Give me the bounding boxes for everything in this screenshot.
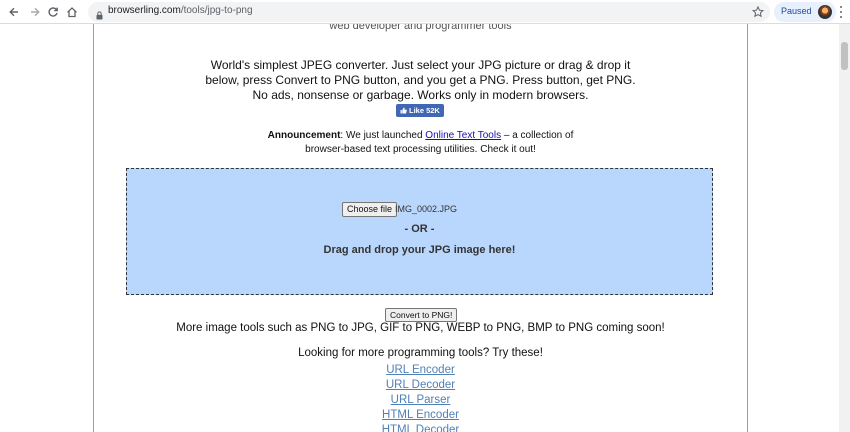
url-parser-link[interactable]: URL Parser [94,393,747,408]
choose-file-button[interactable]: Choose file [342,202,398,217]
home-icon[interactable] [63,3,81,21]
intro-text: World's simplest JPEG converter. Just se… [94,58,747,103]
intro-line: World's simplest JPEG converter. Just se… [210,58,631,72]
html-decoder-link[interactable]: HTML Decoder [94,423,747,432]
url-decoder-link[interactable]: URL Decoder [94,378,747,393]
site-tagline: web developer and programmer tools [329,24,512,32]
more-tools-text: More image tools such as PNG to JPG, GIF… [176,322,665,334]
online-text-tools-link[interactable]: Online Text Tools [425,130,501,141]
announcement: Announcement: We just launched Online Te… [94,129,747,157]
intro-line: below, press Convert to PNG button, and … [205,73,636,87]
url-path: /tools/jpg-to-png [180,5,253,16]
or-separator: - OR - [404,223,435,235]
content-container: web developer and programmer tools World… [93,24,748,432]
announcement-text: : We just launched [340,130,426,141]
avatar [818,5,832,19]
announcement-line2: browser-based text processing utilities.… [305,144,536,155]
html-encoder-link[interactable]: HTML Encoder [94,408,747,423]
url-text: browserling.com/tools/jpg-to-png [108,5,253,16]
facebook-like-button[interactable]: Like 52K [396,104,444,117]
intro-line: No ads, nonsense or garbage. Works only … [252,88,589,102]
address-bar[interactable]: browserling.com/tools/jpg-to-png [88,2,770,22]
scrollbar-thumb[interactable] [841,42,848,70]
lock-icon [96,7,103,25]
browser-toolbar: browserling.com/tools/jpg-to-png Paused [0,0,850,24]
looking-text: Looking for more programming tools? Try … [298,347,543,359]
back-arrow-icon[interactable] [5,3,23,21]
profile-status: Paused [781,6,812,16]
star-icon[interactable] [751,5,765,23]
drag-drop-text: Drag and drop your JPG image here! [323,244,516,256]
menu-icon[interactable] [836,4,846,20]
url-encoder-link[interactable]: URL Encoder [94,363,747,378]
reload-icon[interactable] [44,3,62,21]
selected-filename: IMG_0002.JPG [395,204,458,214]
convert-button[interactable]: Convert to PNG! [385,308,458,322]
like-count: Like 52K [409,106,440,115]
vertical-scrollbar[interactable] [839,24,850,432]
tool-links: URL Encoder URL Decoder URL Parser HTML … [94,363,747,432]
url-host: browserling.com [108,5,181,16]
profile-button[interactable]: Paused [774,2,836,22]
announcement-text-end: – a collection of [501,130,574,141]
page-viewport: web developer and programmer tools World… [0,24,839,432]
thumbs-up-icon [400,107,407,114]
forward-arrow-icon[interactable] [26,3,44,21]
drop-zone[interactable]: Choose file IMG_0002.JPG - OR - Drag and… [126,168,713,295]
announcement-label: Announcement [267,130,341,141]
